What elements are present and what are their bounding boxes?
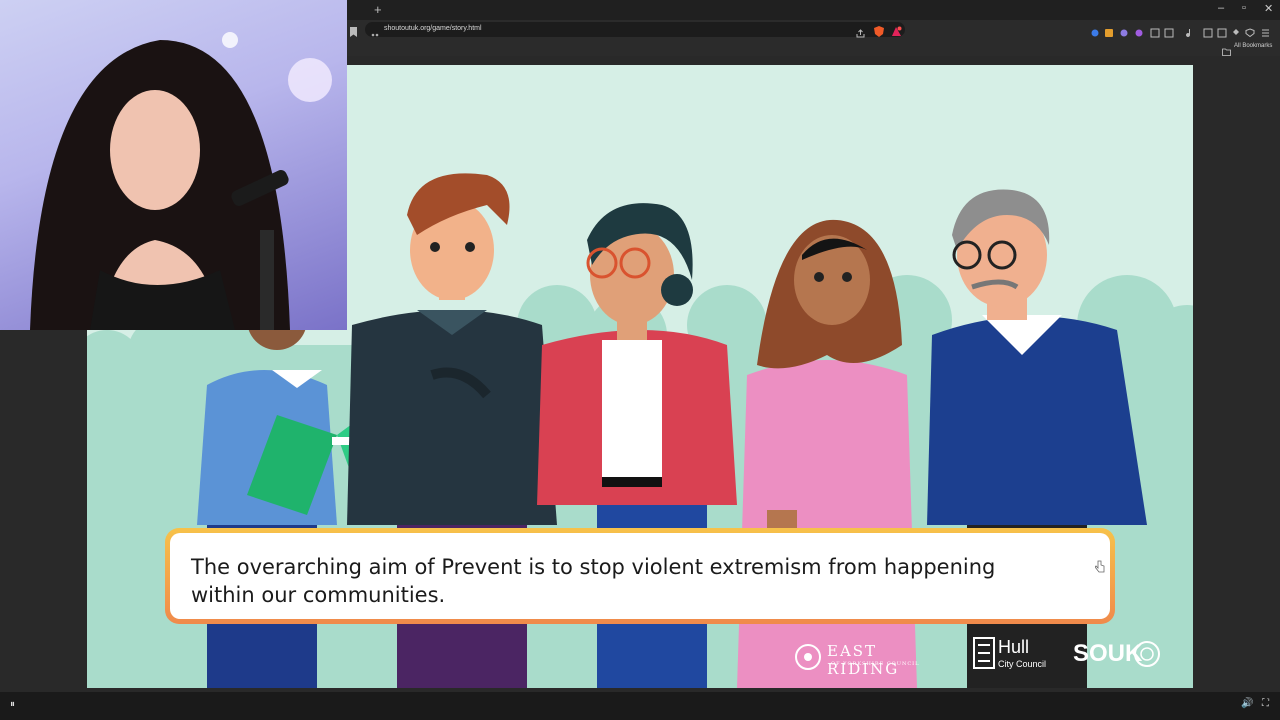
new-tab-button[interactable]: + bbox=[374, 2, 382, 17]
brave-rewards-icon[interactable] bbox=[891, 24, 902, 36]
hand-cursor-icon bbox=[1094, 560, 1105, 576]
story-dialog-panel: The overarching aim of Prevent is to sto… bbox=[170, 533, 1110, 619]
site-info-icon[interactable] bbox=[371, 26, 379, 37]
extensions-toolbar[interactable] bbox=[1090, 25, 1270, 38]
bookmarks-bar bbox=[347, 40, 1280, 56]
souk-logo: SOUK bbox=[1073, 640, 1173, 670]
souk-name: SOUK bbox=[1073, 640, 1143, 667]
pause-button[interactable]: ⏸ bbox=[10, 699, 15, 710]
hull-subtitle: City Council bbox=[998, 659, 1047, 669]
story-dialog-box[interactable]: The overarching aim of Prevent is to sto… bbox=[165, 528, 1115, 624]
url-text[interactable]: shoutoutuk.org/game/story.html bbox=[384, 25, 482, 32]
share-icon[interactable] bbox=[856, 25, 865, 38]
maximize-button[interactable]: ▫ bbox=[1242, 2, 1246, 14]
souk-emblem-icon bbox=[1134, 641, 1160, 667]
hull-name: Hull bbox=[998, 637, 1030, 657]
bookmark-icon[interactable] bbox=[350, 24, 357, 37]
east-riding-name: EAST RIDING bbox=[827, 642, 900, 678]
east-riding-subtitle: OF YORKSHIRE COUNCIL bbox=[831, 661, 920, 667]
fullscreen-button[interactable]: ⛶ bbox=[1262, 698, 1269, 709]
minimize-button[interactable]: – bbox=[1218, 2, 1224, 14]
all-bookmarks-link[interactable]: All Bookmarks bbox=[1234, 43, 1272, 49]
east-riding-rose-icon bbox=[795, 644, 821, 670]
folder-icon bbox=[1222, 43, 1231, 56]
video-player-bar bbox=[0, 692, 1280, 720]
hull-crown-icon bbox=[973, 637, 995, 669]
brave-shields-icon[interactable] bbox=[874, 24, 884, 37]
streamer-webcam-image bbox=[30, 32, 332, 330]
hull-city-council-logo: Hull City Council bbox=[973, 637, 1053, 673]
story-dialog-text: The overarching aim of Prevent is to sto… bbox=[191, 555, 996, 607]
close-window-button[interactable]: ✕ bbox=[1264, 2, 1273, 15]
volume-button[interactable]: 🔊 bbox=[1241, 698, 1253, 709]
webcam-overlay bbox=[0, 0, 347, 330]
east-riding-logo: EAST RIDING OF YORKSHIRE COUNCIL bbox=[795, 640, 955, 678]
